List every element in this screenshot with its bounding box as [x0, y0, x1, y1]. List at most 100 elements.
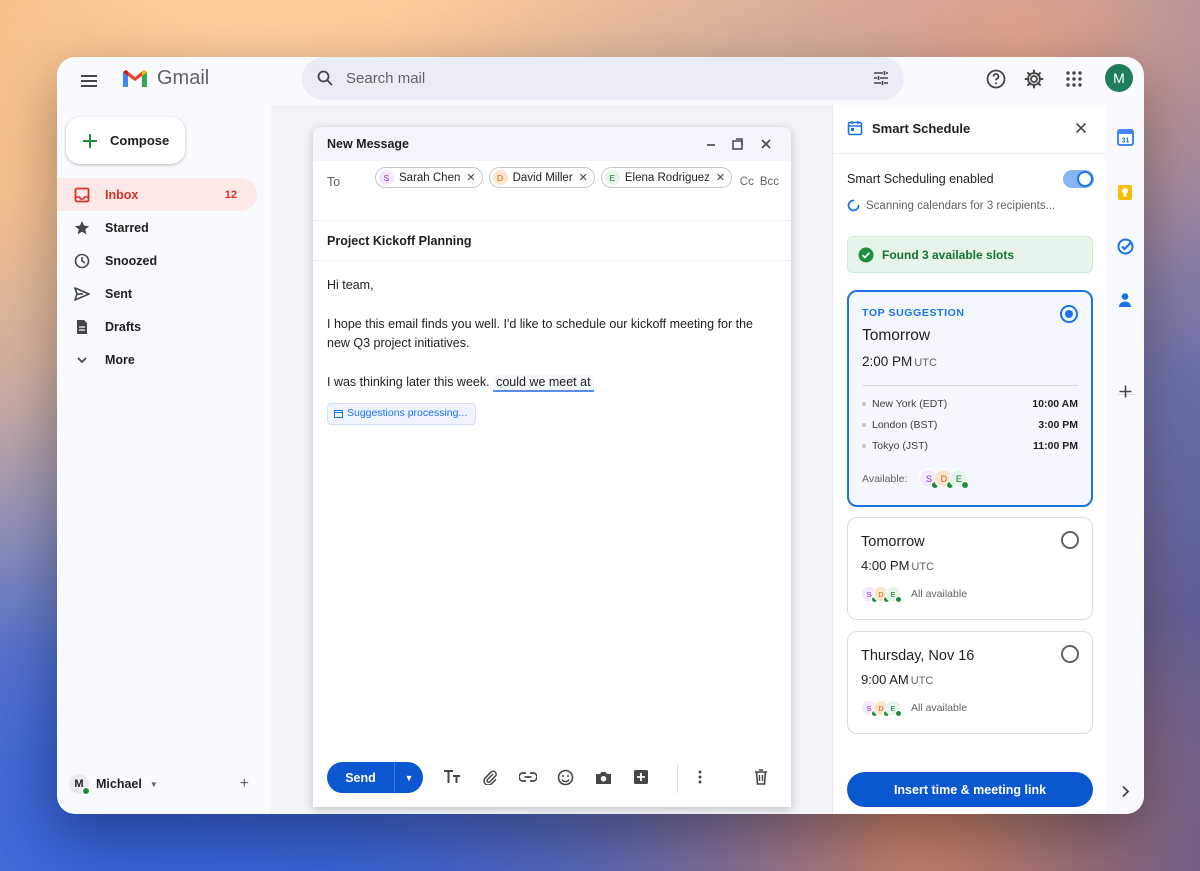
- timezone-row: London (BST) 3:00 PM: [862, 417, 1078, 433]
- gmail-m-icon: [123, 70, 147, 87]
- remove-recipient-icon[interactable]: ✕: [466, 171, 475, 184]
- apps-button[interactable]: [1061, 66, 1087, 92]
- select-radio[interactable]: [1061, 531, 1079, 549]
- smart-scheduling-toggle[interactable]: [1063, 170, 1094, 188]
- bullet: [862, 402, 866, 406]
- more-insert-button[interactable]: [630, 766, 652, 788]
- timezone-time: 10:00 AM: [1032, 398, 1078, 410]
- recipient-chip[interactable]: S Sarah Chen ✕: [375, 167, 483, 188]
- pop-out-button[interactable]: [728, 135, 746, 153]
- select-radio[interactable]: [1061, 645, 1079, 663]
- minimize-button[interactable]: [702, 135, 720, 153]
- insert-time-button[interactable]: Insert time & meeting link: [847, 772, 1093, 807]
- subject-field[interactable]: Project Kickoff Planning: [313, 221, 791, 261]
- recipient-avatar: E: [604, 170, 620, 185]
- hamburger-menu-icon: [81, 75, 97, 87]
- sidebar-item-starred[interactable]: Starred: [57, 211, 257, 244]
- sidebar-item-snoozed[interactable]: Snoozed: [57, 244, 257, 277]
- loading-spinner-icon: [847, 199, 860, 212]
- panel-header: Smart Schedule: [847, 120, 970, 136]
- insert-photo-button[interactable]: [592, 766, 614, 788]
- calendar-icon: [334, 410, 343, 418]
- google-calendar-icon: 31: [1116, 128, 1134, 146]
- search-input[interactable]: [346, 57, 826, 100]
- calendar-app-button[interactable]: 31: [1116, 128, 1134, 146]
- search-bar[interactable]: [302, 57, 904, 100]
- remove-recipient-icon[interactable]: ✕: [579, 171, 588, 184]
- suggestion-day: Tomorrow: [861, 534, 925, 550]
- attendee-avatar: E: [885, 700, 902, 717]
- suggestion-time-row: 9:00 AM UTC: [861, 672, 933, 687]
- cc-link[interactable]: Cc: [740, 176, 754, 188]
- tasks-app-button[interactable]: [1116, 237, 1134, 255]
- recipients-row[interactable]: To S Sarah Chen ✕ D David Miller ✕ E Ele…: [313, 161, 791, 221]
- timezone-city: London (BST): [872, 419, 938, 431]
- gmail-logo[interactable]: Gmail: [121, 67, 209, 90]
- sidebar-item-drafts[interactable]: Drafts: [57, 310, 257, 343]
- discard-draft-button[interactable]: [750, 766, 772, 788]
- suggestion-time-row: 4:00 PM UTC: [861, 558, 934, 573]
- keep-app-button[interactable]: [1116, 183, 1134, 201]
- settings-button[interactable]: [1021, 66, 1047, 92]
- formatting-button[interactable]: [441, 766, 463, 788]
- sidebar-item-inbox[interactable]: Inbox 12: [57, 178, 257, 211]
- toggle-knob: [1077, 171, 1093, 187]
- recipient-avatar: D: [492, 170, 508, 185]
- chevron-right-icon: [1121, 785, 1129, 797]
- add-icon[interactable]: +: [240, 775, 249, 793]
- more-options-button[interactable]: [689, 766, 711, 788]
- account-avatar[interactable]: M: [1105, 64, 1133, 92]
- chevron-down-icon: [73, 351, 91, 369]
- compose-title: New Message: [327, 137, 409, 151]
- highlighted-text[interactable]: could we meet at: [493, 374, 594, 392]
- add-box-icon: [634, 770, 648, 784]
- suggestion-time: 2:00 PM: [862, 354, 913, 369]
- send-button[interactable]: Send: [327, 762, 395, 793]
- attach-button[interactable]: [479, 766, 501, 788]
- recipient-name: Elena Rodriguez: [624, 171, 710, 184]
- suggestion-card-top[interactable]: TOP SUGGESTION Tomorrow 2:00 PM UTC New Y…: [847, 290, 1093, 507]
- close-compose-button[interactable]: [757, 135, 775, 153]
- slots-found-banner: Found 3 available slots: [847, 236, 1093, 273]
- suggestion-time-row: 2:00 PM UTC: [862, 354, 937, 369]
- suggestion-card[interactable]: Thursday, Nov 16 9:00 AM UTC S D E All av…: [847, 631, 1093, 734]
- add-app-button[interactable]: [1116, 382, 1134, 400]
- close-panel-button[interactable]: [1075, 121, 1087, 139]
- bullet: [862, 423, 866, 427]
- body-line-text: I was thinking later this week.: [327, 374, 490, 389]
- attendee-avatar: E: [885, 586, 902, 603]
- remove-recipient-icon[interactable]: ✕: [716, 171, 725, 184]
- suggestion-tz: UTC: [911, 561, 935, 573]
- bcc-link[interactable]: Bcc: [760, 176, 779, 188]
- hide-panel-button[interactable]: [1116, 782, 1134, 800]
- calendar-icon: [847, 121, 863, 136]
- user-status[interactable]: M Michael ▼ +: [69, 772, 257, 796]
- caret-down-icon[interactable]: ▼: [150, 780, 158, 789]
- google-keep-icon: [1118, 184, 1132, 200]
- suggestion-time: 4:00 PM: [861, 558, 910, 573]
- contacts-app-button[interactable]: [1116, 291, 1134, 309]
- emoji-button[interactable]: [554, 766, 576, 788]
- select-radio[interactable]: [1060, 305, 1078, 323]
- sidebar-item-label: Sent: [105, 286, 133, 301]
- processing-label: Suggestions processing...: [347, 406, 468, 419]
- search-icon[interactable]: [316, 69, 334, 87]
- help-button[interactable]: [983, 66, 1009, 92]
- availability-row: S D E All available: [861, 586, 967, 603]
- compose-button[interactable]: Compose: [66, 117, 185, 164]
- recipient-chip[interactable]: E Elena Rodriguez ✕: [600, 167, 733, 188]
- recipient-chip[interactable]: D David Miller ✕: [488, 167, 595, 188]
- timezone-time: 11:00 PM: [1033, 440, 1078, 452]
- send-options-button[interactable]: ▼: [395, 762, 423, 793]
- suggestion-card[interactable]: Tomorrow 4:00 PM UTC S D E All available: [847, 517, 1093, 620]
- attendee-avatar: E: [949, 469, 970, 489]
- suggestion-day: Tomorrow: [862, 327, 931, 344]
- sidebar-item-more[interactable]: More: [57, 343, 257, 376]
- help-icon: [986, 69, 1006, 89]
- insert-link-button[interactable]: [517, 766, 539, 788]
- sidebar-item-sent[interactable]: Sent: [57, 277, 257, 310]
- scanning-status: Scanning calendars for 3 recipients...: [847, 199, 1055, 212]
- main-menu-button[interactable]: [73, 65, 105, 97]
- search-options-icon[interactable]: [872, 69, 890, 87]
- message-body[interactable]: Hi team, I hope this email finds you wel…: [313, 261, 791, 440]
